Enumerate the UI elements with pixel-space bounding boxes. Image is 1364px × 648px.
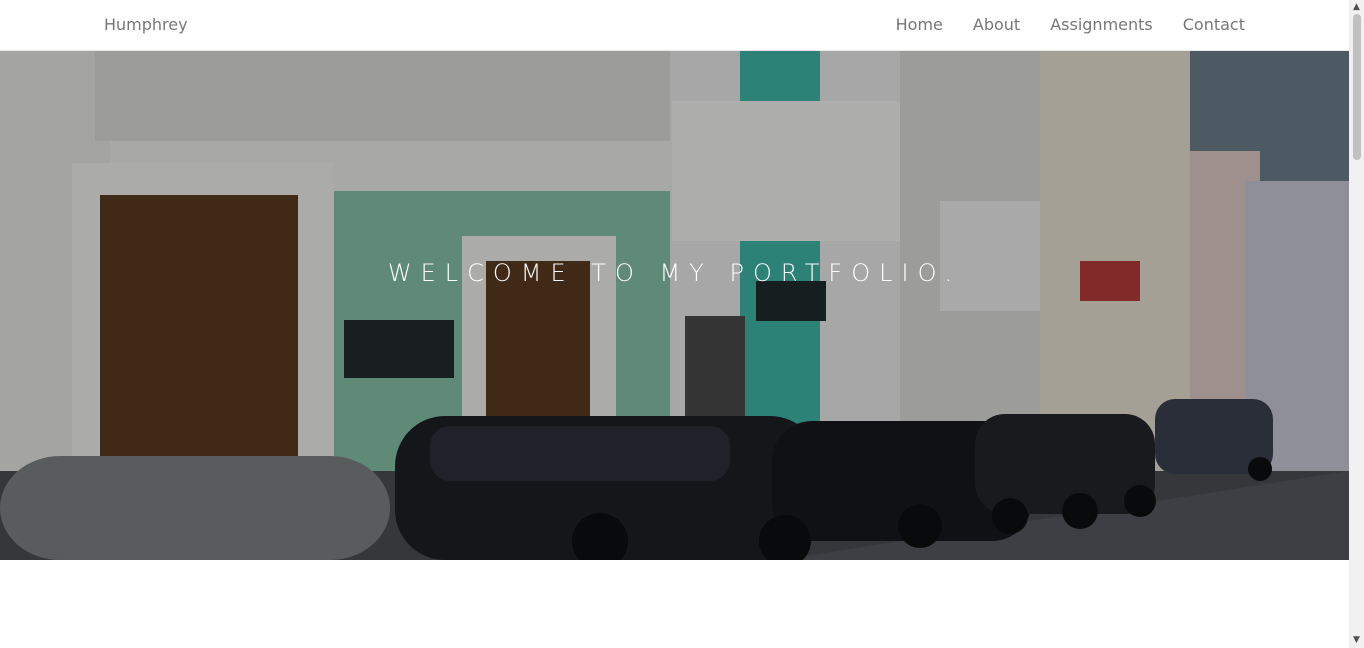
nav-link-about[interactable]: About — [973, 15, 1020, 34]
nav-link-assignments[interactable]: Assignments — [1050, 15, 1153, 34]
scroll-up-icon[interactable]: ▲ — [1352, 3, 1361, 12]
scroll-thumb[interactable] — [1353, 14, 1361, 160]
hero-title: Welcome to my portfolio. — [387, 259, 962, 287]
nav-links: Home About Assignments Contact — [896, 15, 1245, 34]
hero-section: Welcome to my portfolio. — [0, 51, 1349, 560]
page-scrollbar[interactable]: ▲ ▼ — [1349, 0, 1364, 648]
hero-overlay — [0, 51, 1349, 560]
brand-link[interactable]: Humphrey — [104, 15, 188, 34]
nav-link-home[interactable]: Home — [896, 15, 943, 34]
scroll-down-icon[interactable]: ▼ — [1352, 636, 1361, 645]
nav-link-contact[interactable]: Contact — [1183, 15, 1245, 34]
top-navbar: Humphrey Home About Assignments Contact — [0, 0, 1349, 51]
